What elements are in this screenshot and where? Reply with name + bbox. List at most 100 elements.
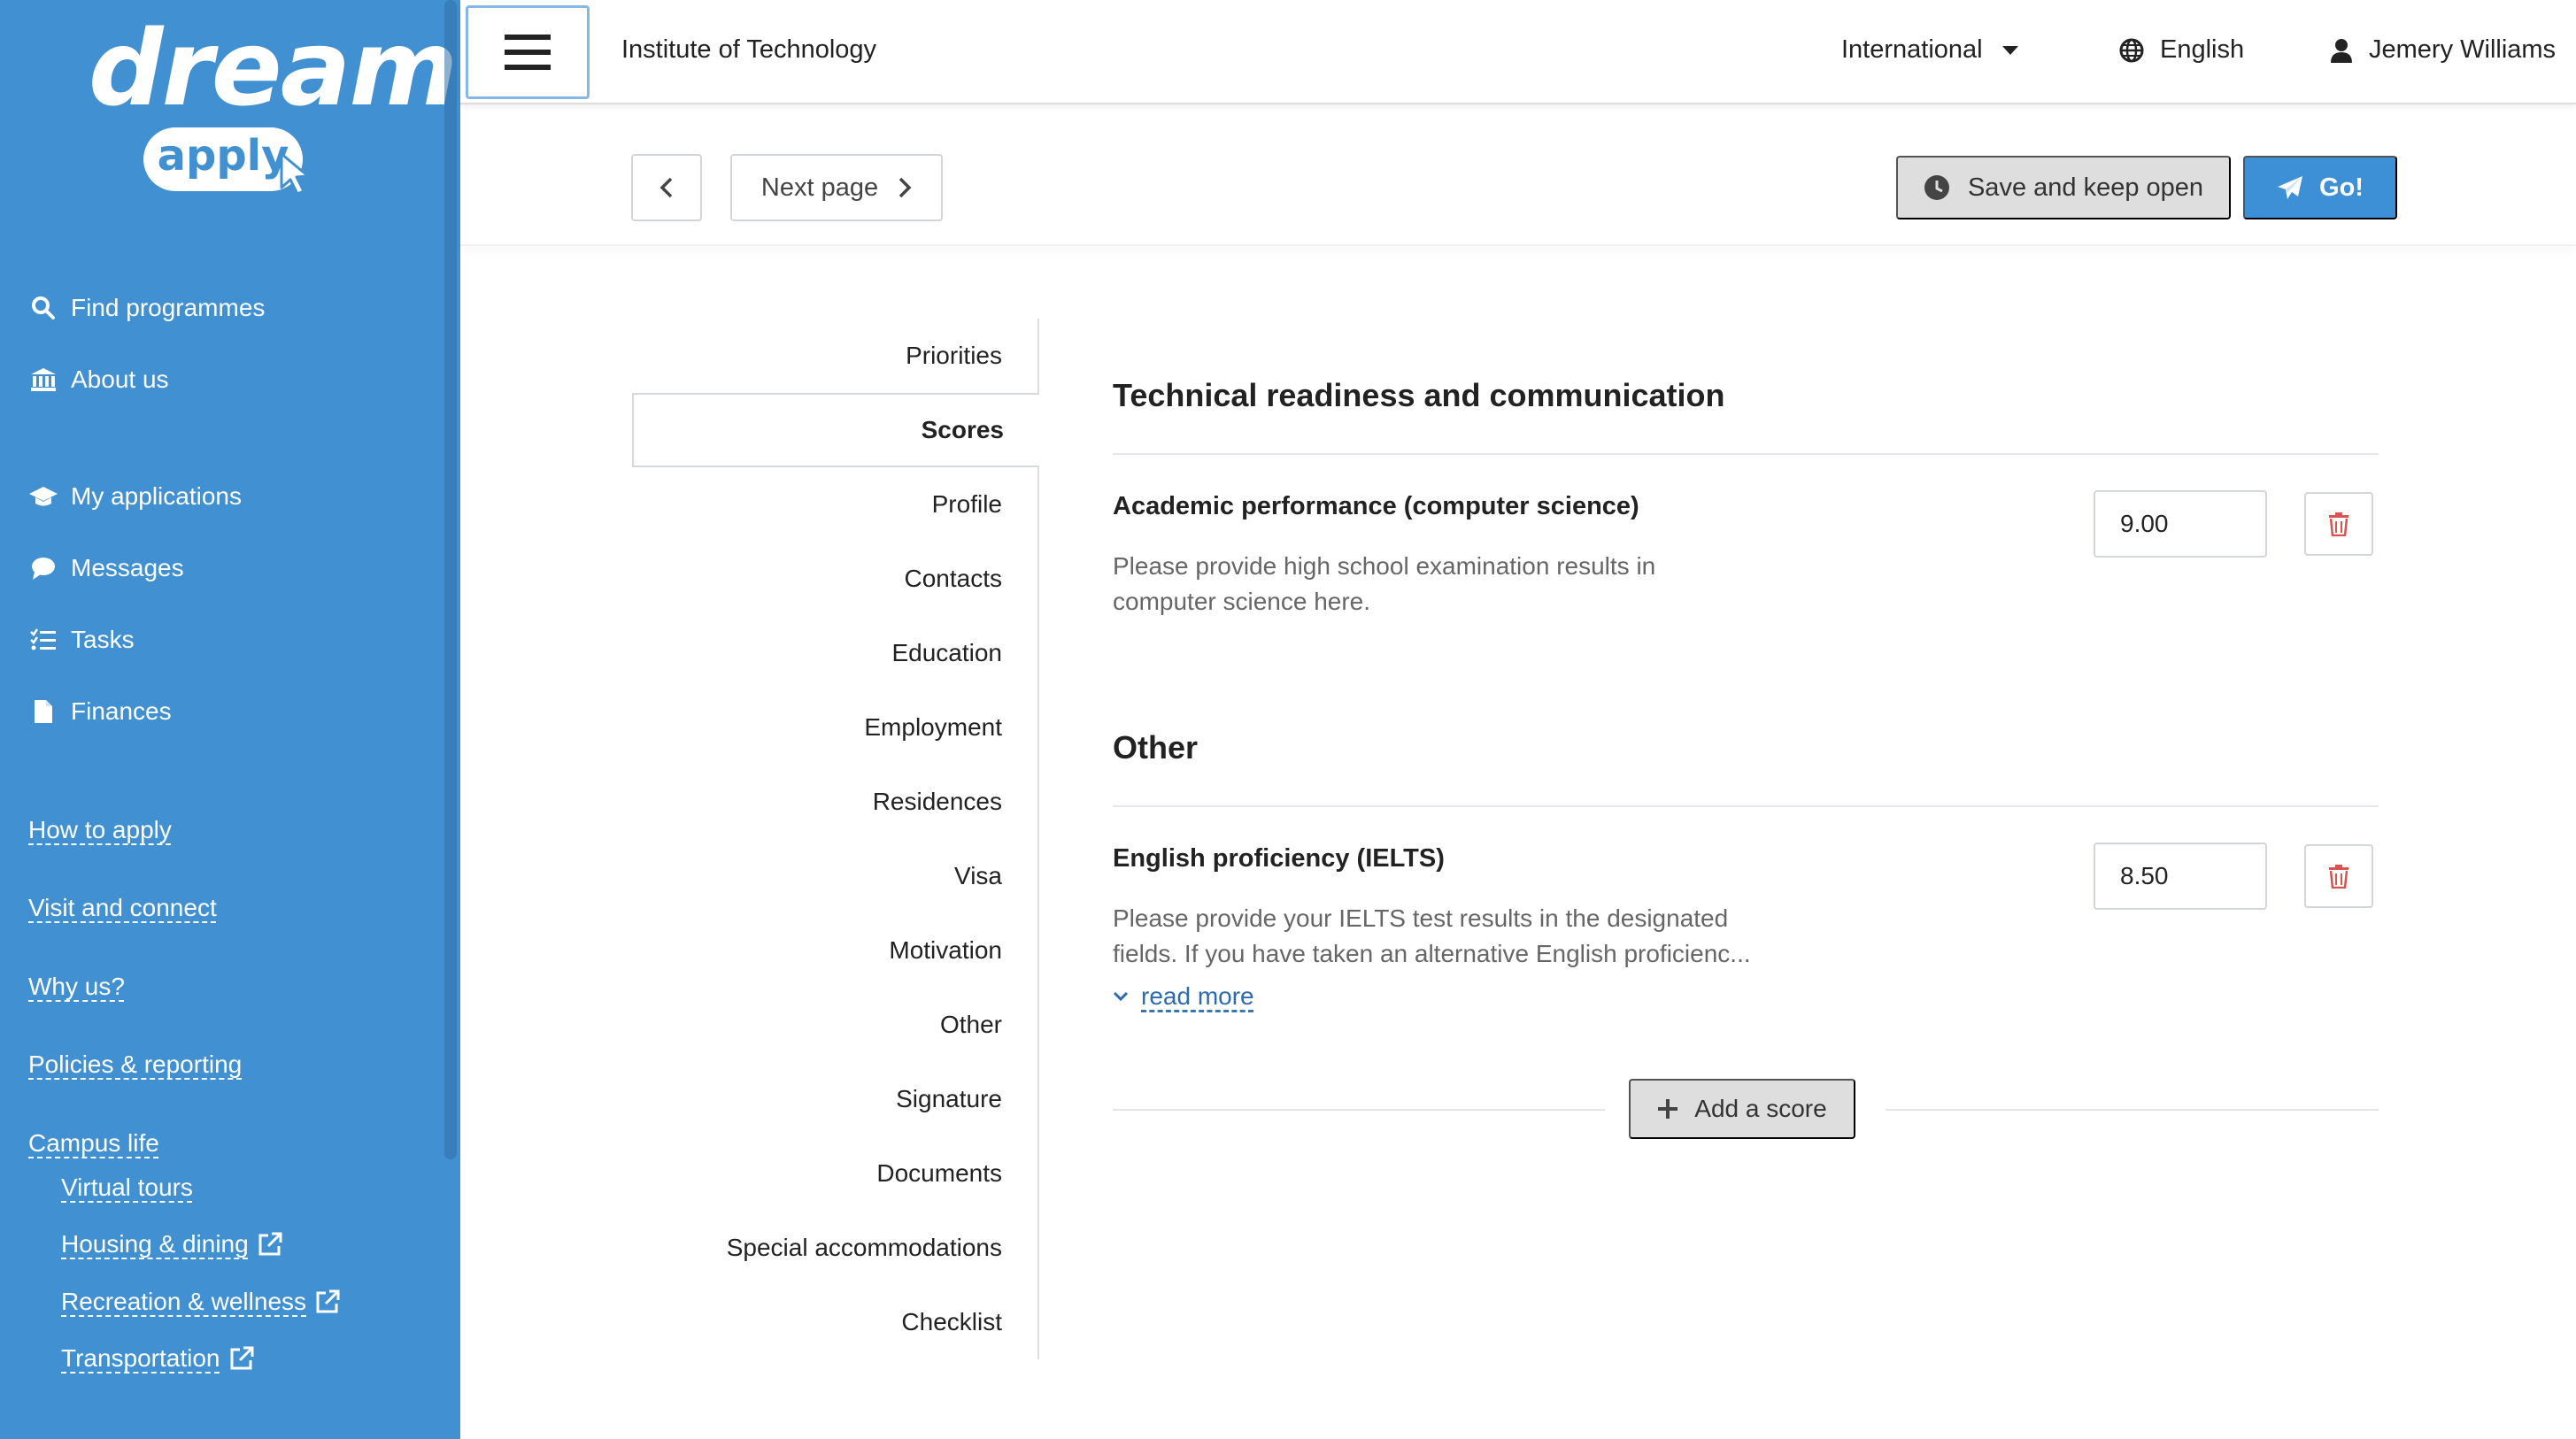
application-section-nav: Priorities Scores Profile Contacts Educa… bbox=[632, 319, 1039, 1359]
section-nav-scores[interactable]: Scores bbox=[632, 393, 1039, 467]
sidebar-item-label: Messages bbox=[71, 554, 184, 581]
logo-wordmark: dream bbox=[89, 7, 458, 129]
search-icon bbox=[28, 295, 58, 321]
sidebar-link-policies-reporting[interactable]: Policies & reporting bbox=[28, 1050, 242, 1079]
score-description-line: fields. If you have taken an alternative… bbox=[1113, 940, 1751, 967]
next-page-button[interactable]: Next page bbox=[730, 154, 943, 221]
external-link-icon bbox=[316, 1289, 340, 1313]
section-title-other: Other bbox=[1113, 729, 1199, 766]
section-divider bbox=[1113, 453, 2379, 455]
section-title-technical-readiness: Technical readiness and communication bbox=[1113, 377, 1725, 413]
region-label: International bbox=[1841, 35, 1983, 64]
task-list-icon bbox=[28, 627, 58, 653]
trash-icon bbox=[2329, 865, 2348, 889]
external-link-icon bbox=[258, 1232, 282, 1256]
trash-icon bbox=[2329, 512, 2348, 536]
language-selector[interactable]: English bbox=[2119, 35, 2244, 65]
hamburger-icon bbox=[505, 35, 551, 70]
score-input-academic-performance[interactable] bbox=[2094, 490, 2267, 558]
score-input-english-proficiency[interactable] bbox=[2094, 843, 2267, 910]
section-nav-residences[interactable]: Residences bbox=[634, 765, 1037, 839]
dreamapply-logo[interactable]: dream apply bbox=[89, 16, 458, 211]
top-header: Institute of Technology International En… bbox=[460, 0, 2576, 104]
sidebar-item-label: My applications bbox=[71, 482, 242, 510]
external-link-icon bbox=[230, 1346, 253, 1370]
user-icon bbox=[2331, 38, 2352, 63]
score-description: Please provide high school examination r… bbox=[1113, 549, 1785, 619]
delete-score-button[interactable] bbox=[2304, 844, 2373, 908]
sidebar-sublink-recreation-wellness[interactable]: Recreation & wellness bbox=[61, 1288, 340, 1316]
sidebar-sublink-virtual-tours[interactable]: Virtual tours bbox=[61, 1174, 193, 1202]
go-submit-button[interactable]: Go! bbox=[2243, 156, 2397, 219]
section-nav-motivation[interactable]: Motivation bbox=[634, 913, 1037, 988]
sublink-label: Housing & dining bbox=[61, 1230, 249, 1258]
globe-icon bbox=[2119, 38, 2144, 62]
sidebar-item-messages[interactable]: Messages bbox=[28, 550, 184, 586]
sidebar-sublink-transportation[interactable]: Transportation bbox=[61, 1344, 254, 1373]
add-score-button[interactable]: Add a score bbox=[1629, 1079, 1855, 1139]
sidebar-item-label: Finances bbox=[71, 697, 172, 725]
read-more-toggle[interactable]: read more bbox=[1113, 982, 1254, 1011]
section-nav-education[interactable]: Education bbox=[634, 616, 1037, 690]
sublink-label: Virtual tours bbox=[61, 1174, 193, 1201]
add-score-divider-right bbox=[1886, 1109, 2379, 1111]
score-description-line: Please provide high school examination r… bbox=[1113, 552, 1656, 580]
sidebar-item-finances[interactable]: Finances bbox=[28, 694, 172, 729]
section-nav-checklist[interactable]: Checklist bbox=[634, 1285, 1037, 1359]
delete-score-button[interactable] bbox=[2304, 492, 2373, 556]
go-label: Go! bbox=[2319, 173, 2364, 202]
user-name: Jemery Williams bbox=[2369, 35, 2557, 64]
read-more-label: read more bbox=[1141, 982, 1254, 1010]
section-nav-documents[interactable]: Documents bbox=[634, 1136, 1037, 1211]
save-and-keep-open-button[interactable]: Save and keep open bbox=[1896, 156, 2231, 219]
caret-down-icon bbox=[2001, 45, 2018, 55]
region-selector[interactable]: International bbox=[1841, 35, 2018, 65]
chevron-right-icon bbox=[899, 177, 912, 198]
sidebar-item-label: Find programmes bbox=[71, 294, 266, 321]
sidebar-link-campus-life[interactable]: Campus life bbox=[28, 1129, 159, 1158]
user-menu[interactable]: Jemery Williams bbox=[2330, 35, 2556, 65]
sidebar-scrollbar[interactable] bbox=[444, 0, 457, 1159]
sidebar: dream apply Find programmes About us My … bbox=[0, 0, 460, 1439]
paper-plane-icon bbox=[2277, 175, 2303, 200]
section-nav-other[interactable]: Other bbox=[634, 988, 1037, 1062]
previous-page-button[interactable] bbox=[631, 154, 702, 221]
sublink-label: Recreation & wellness bbox=[61, 1288, 307, 1315]
sidebar-item-my-applications[interactable]: My applications bbox=[28, 479, 242, 514]
chevron-left-icon bbox=[659, 177, 673, 198]
chevron-down-icon bbox=[1113, 991, 1129, 1002]
sublink-label: Transportation bbox=[61, 1344, 220, 1372]
section-nav-priorities[interactable]: Priorities bbox=[634, 319, 1037, 393]
page-toolbar: Next page Save and keep open Go! bbox=[460, 104, 2576, 246]
language-label: English bbox=[2160, 35, 2245, 64]
document-icon bbox=[28, 698, 58, 725]
sidebar-item-label: Tasks bbox=[71, 626, 135, 653]
institution-name: Institute of Technology bbox=[621, 35, 877, 64]
section-nav-employment[interactable]: Employment bbox=[634, 690, 1037, 765]
save-label: Save and keep open bbox=[1967, 173, 2204, 202]
add-score-divider-left bbox=[1113, 1109, 1605, 1111]
section-nav-signature[interactable]: Signature bbox=[634, 1062, 1037, 1136]
section-nav-profile[interactable]: Profile bbox=[634, 467, 1037, 542]
score-description: Please provide your IELTS test results i… bbox=[1113, 901, 1785, 972]
sidebar-item-tasks[interactable]: Tasks bbox=[28, 622, 135, 658]
sidebar-link-why-us[interactable]: Why us? bbox=[28, 973, 125, 1001]
sidebar-item-about-us[interactable]: About us bbox=[28, 362, 169, 397]
sidebar-link-how-to-apply[interactable]: How to apply bbox=[28, 816, 172, 844]
section-nav-visa[interactable]: Visa bbox=[634, 839, 1037, 913]
sidebar-item-find-programmes[interactable]: Find programmes bbox=[28, 290, 265, 326]
plus-icon bbox=[1657, 1098, 1678, 1120]
institution-icon bbox=[28, 366, 58, 393]
clock-icon bbox=[1924, 174, 1950, 201]
section-divider bbox=[1113, 805, 2379, 807]
sidebar-item-label: About us bbox=[71, 366, 169, 393]
sidebar-link-visit-and-connect[interactable]: Visit and connect bbox=[28, 894, 217, 922]
add-score-label: Add a score bbox=[1694, 1095, 1827, 1122]
menu-toggle-button[interactable] bbox=[466, 5, 590, 99]
sidebar-sublink-housing-dining[interactable]: Housing & dining bbox=[61, 1230, 282, 1258]
section-nav-special-accommodations[interactable]: Special accommodations bbox=[634, 1211, 1037, 1285]
section-nav-contacts[interactable]: Contacts bbox=[634, 542, 1037, 616]
next-page-label: Next page bbox=[760, 173, 879, 202]
cursor-icon bbox=[280, 152, 310, 196]
speech-bubble-icon bbox=[28, 555, 58, 581]
